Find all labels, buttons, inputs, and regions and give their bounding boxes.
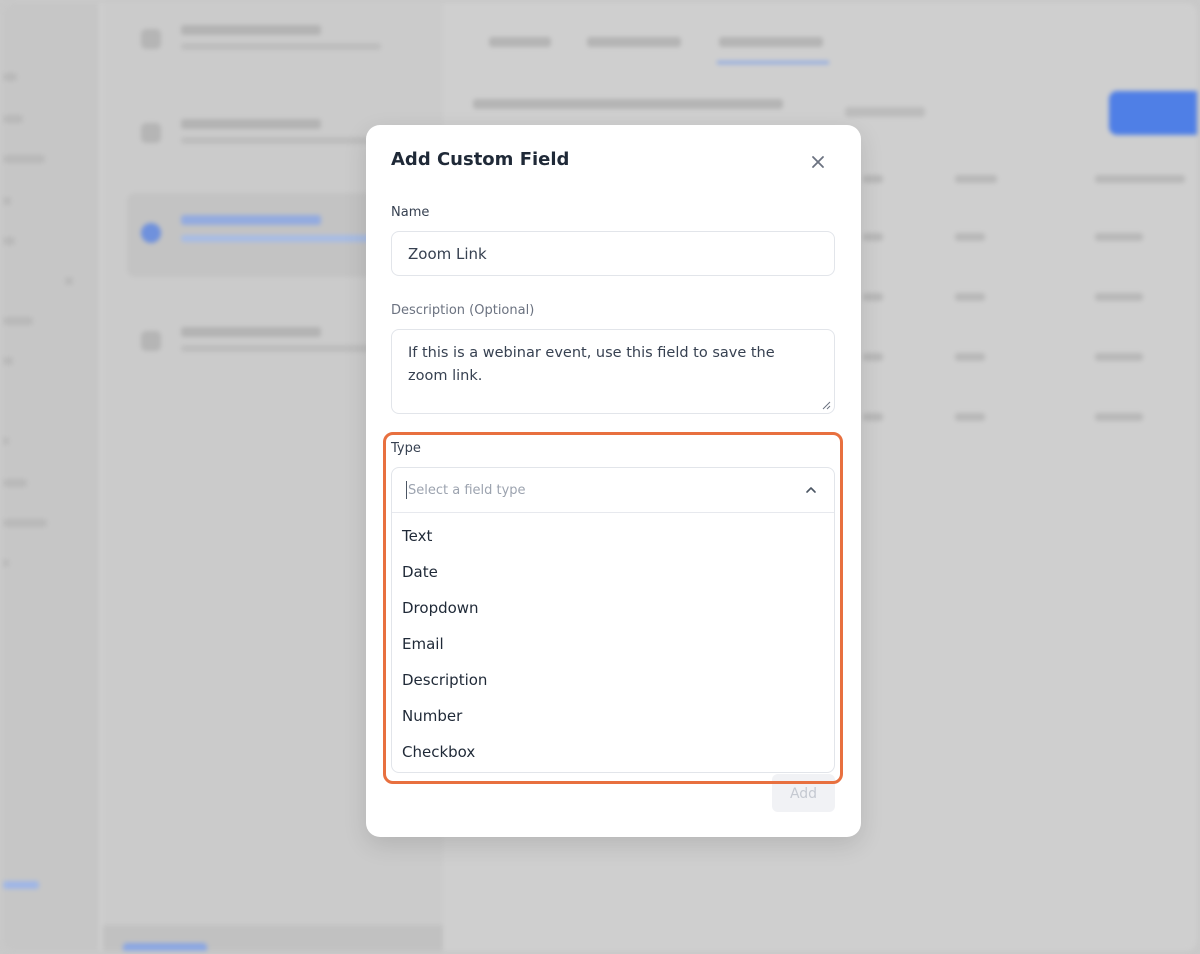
background-search (845, 107, 925, 117)
name-input[interactable]: Zoom Link (391, 231, 835, 276)
type-select[interactable]: Select a field type Text Date Dropdown E… (391, 467, 835, 773)
add-button[interactable]: Add (772, 774, 835, 812)
background-add-button (1109, 91, 1197, 135)
option-email[interactable]: Email (392, 626, 834, 662)
type-select-input[interactable]: Select a field type (392, 468, 834, 513)
option-date[interactable]: Date (392, 554, 834, 590)
text-cursor (406, 481, 407, 499)
type-options-list: Text Date Dropdown Email Description Num… (392, 513, 834, 770)
close-icon (812, 156, 824, 168)
description-label: Description (Optional) (391, 303, 535, 318)
name-label: Name (391, 205, 430, 220)
left-nav (3, 3, 99, 951)
close-button[interactable] (806, 150, 830, 174)
resize-handle-icon[interactable] (822, 401, 831, 410)
name-input-value: Zoom Link (408, 244, 487, 263)
description-textarea[interactable]: If this is a webinar event, use this fie… (391, 329, 835, 414)
type-select-placeholder: Select a field type (408, 482, 526, 498)
modal-title: Add Custom Field (391, 149, 570, 170)
type-label: Type (391, 441, 421, 456)
description-value: If this is a webinar event, use this fie… (408, 345, 775, 384)
option-number[interactable]: Number (392, 698, 834, 734)
option-description[interactable]: Description (392, 662, 834, 698)
chevron-up-icon[interactable] (804, 483, 818, 497)
option-dropdown[interactable]: Dropdown (392, 590, 834, 626)
option-text[interactable]: Text (392, 518, 834, 554)
option-checkbox[interactable]: Checkbox (392, 734, 834, 770)
